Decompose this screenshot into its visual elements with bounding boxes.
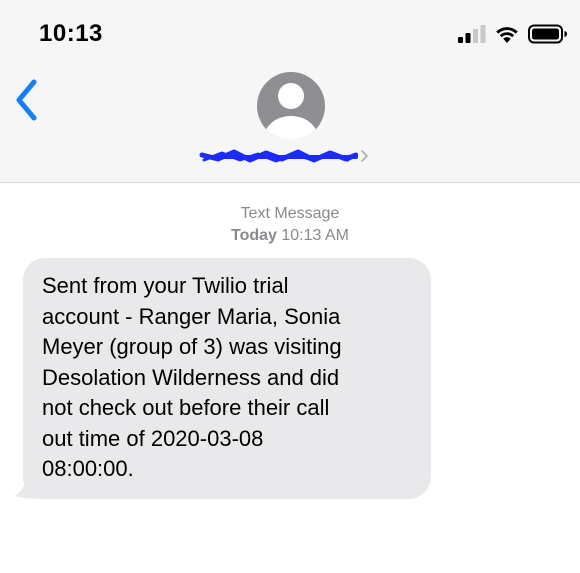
chevron-right-icon[interactable] (360, 149, 370, 163)
status-icons (458, 22, 568, 46)
wifi-icon (496, 27, 518, 43)
cellular-signal-icon (458, 25, 486, 43)
chevron-left-icon[interactable] (12, 78, 48, 122)
message-timestamp: Text Message Today 10:13 AM (0, 203, 580, 247)
message-bubble[interactable]: Sent from your Twilio trial account - Ra… (23, 258, 431, 499)
status-time: 10:13 (39, 20, 103, 47)
message-time: 10:13 AM (276, 227, 349, 244)
battery-icon (528, 24, 567, 44)
message-type-label: Text Message (240, 205, 340, 222)
incoming-message[interactable]: Sent from your Twilio trial account - Ra… (14, 258, 431, 499)
conversation-header: 10:13 (0, 0, 580, 183)
person-avatar-icon[interactable] (257, 72, 325, 140)
message-day: Today (231, 227, 277, 244)
redaction-scribble (199, 149, 358, 163)
message-date-line: Today 10:13 AM (0, 225, 580, 247)
contact-name-redacted[interactable] (198, 143, 378, 169)
